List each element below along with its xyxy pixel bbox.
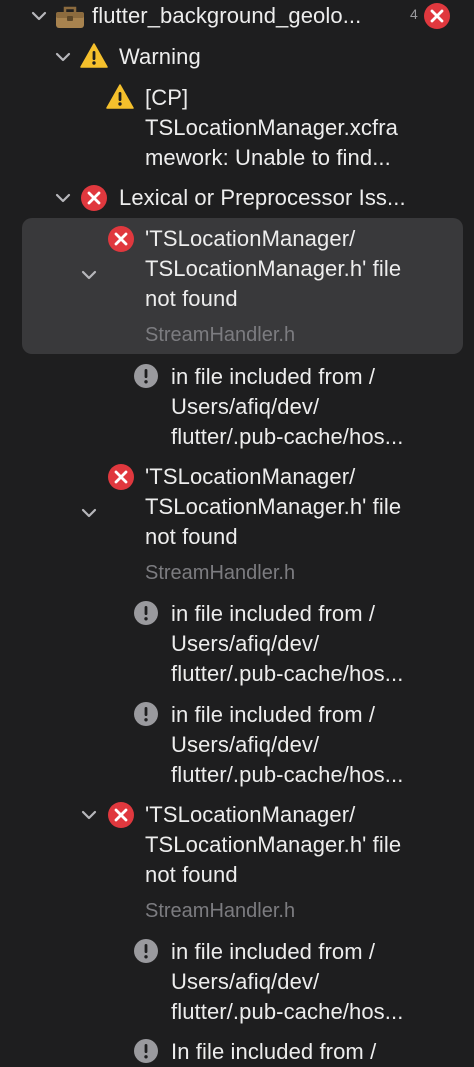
note-line[interactable]: Users/afiq/dev/ xyxy=(171,629,319,659)
note-line[interactable]: flutter/.pub-cache/hos... xyxy=(171,760,403,790)
chevron-down-icon[interactable] xyxy=(78,502,100,524)
chevron-down-icon[interactable] xyxy=(78,264,100,286)
error-icon xyxy=(107,463,135,491)
error-icon xyxy=(80,184,108,212)
error-icon xyxy=(423,2,451,30)
chevron-down-icon[interactable] xyxy=(52,46,74,68)
toolbox-icon xyxy=(54,3,86,31)
error-issue-line[interactable]: 'TSLocationManager/ xyxy=(145,224,355,254)
project-issue-count: 4 xyxy=(410,6,418,22)
note-line[interactable]: flutter/.pub-cache/hos... xyxy=(171,997,403,1027)
error-issue-line[interactable]: TSLocationManager.h' file xyxy=(145,254,401,284)
error-issue-line[interactable]: 'TSLocationManager/ xyxy=(145,800,355,830)
warning-icon xyxy=(106,83,134,111)
warning-issue-line[interactable]: mework: Unable to find... xyxy=(145,143,391,173)
note-icon xyxy=(133,600,159,626)
note-icon xyxy=(133,701,159,727)
note-line[interactable]: in file included from / xyxy=(171,700,375,730)
note-line[interactable]: in file included from / xyxy=(171,362,375,392)
project-name[interactable]: flutter_background_geolo... xyxy=(92,1,361,31)
error-issue-line[interactable]: not found xyxy=(145,860,238,890)
error-issue-file: StreamHandler.h xyxy=(145,562,296,584)
error-icon xyxy=(107,801,135,829)
note-icon xyxy=(133,1038,159,1064)
note-line[interactable]: in file included from / xyxy=(171,599,375,629)
error-issue-line[interactable]: not found xyxy=(145,522,238,552)
note-line[interactable]: Users/afiq/dev/ xyxy=(171,730,319,760)
note-line[interactable]: flutter/.pub-cache/hos... xyxy=(171,659,403,689)
warning-issue-line[interactable]: [CP] xyxy=(145,83,188,113)
lexical-group-title[interactable]: Lexical or Preprocessor Iss... xyxy=(119,183,406,213)
note-icon xyxy=(133,938,159,964)
chevron-down-icon[interactable] xyxy=(52,187,74,209)
chevron-down-icon[interactable] xyxy=(28,5,50,27)
error-issue-line[interactable]: TSLocationManager.h' file xyxy=(145,492,401,522)
note-line[interactable]: flutter/.pub-cache/hos... xyxy=(171,422,403,452)
warning-issue-line[interactable]: TSLocationManager.xcfra xyxy=(145,113,398,143)
error-issue-line[interactable]: not found xyxy=(145,284,238,314)
warning-group-title[interactable]: Warning xyxy=(119,42,201,72)
error-issue-file: StreamHandler.h xyxy=(145,900,296,922)
error-issue-file: StreamHandler.h xyxy=(145,324,296,346)
note-line[interactable]: In file included from / xyxy=(171,1037,376,1067)
warning-icon xyxy=(80,42,108,70)
error-issue-line[interactable]: 'TSLocationManager/ xyxy=(145,462,355,492)
error-icon xyxy=(107,225,135,253)
note-line[interactable]: Users/afiq/dev/ xyxy=(171,967,319,997)
note-line[interactable]: in file included from / xyxy=(171,937,375,967)
chevron-down-icon[interactable] xyxy=(78,804,100,826)
note-line[interactable]: Users/afiq/dev/ xyxy=(171,392,319,422)
note-icon xyxy=(133,363,159,389)
error-issue-line[interactable]: TSLocationManager.h' file xyxy=(145,830,401,860)
